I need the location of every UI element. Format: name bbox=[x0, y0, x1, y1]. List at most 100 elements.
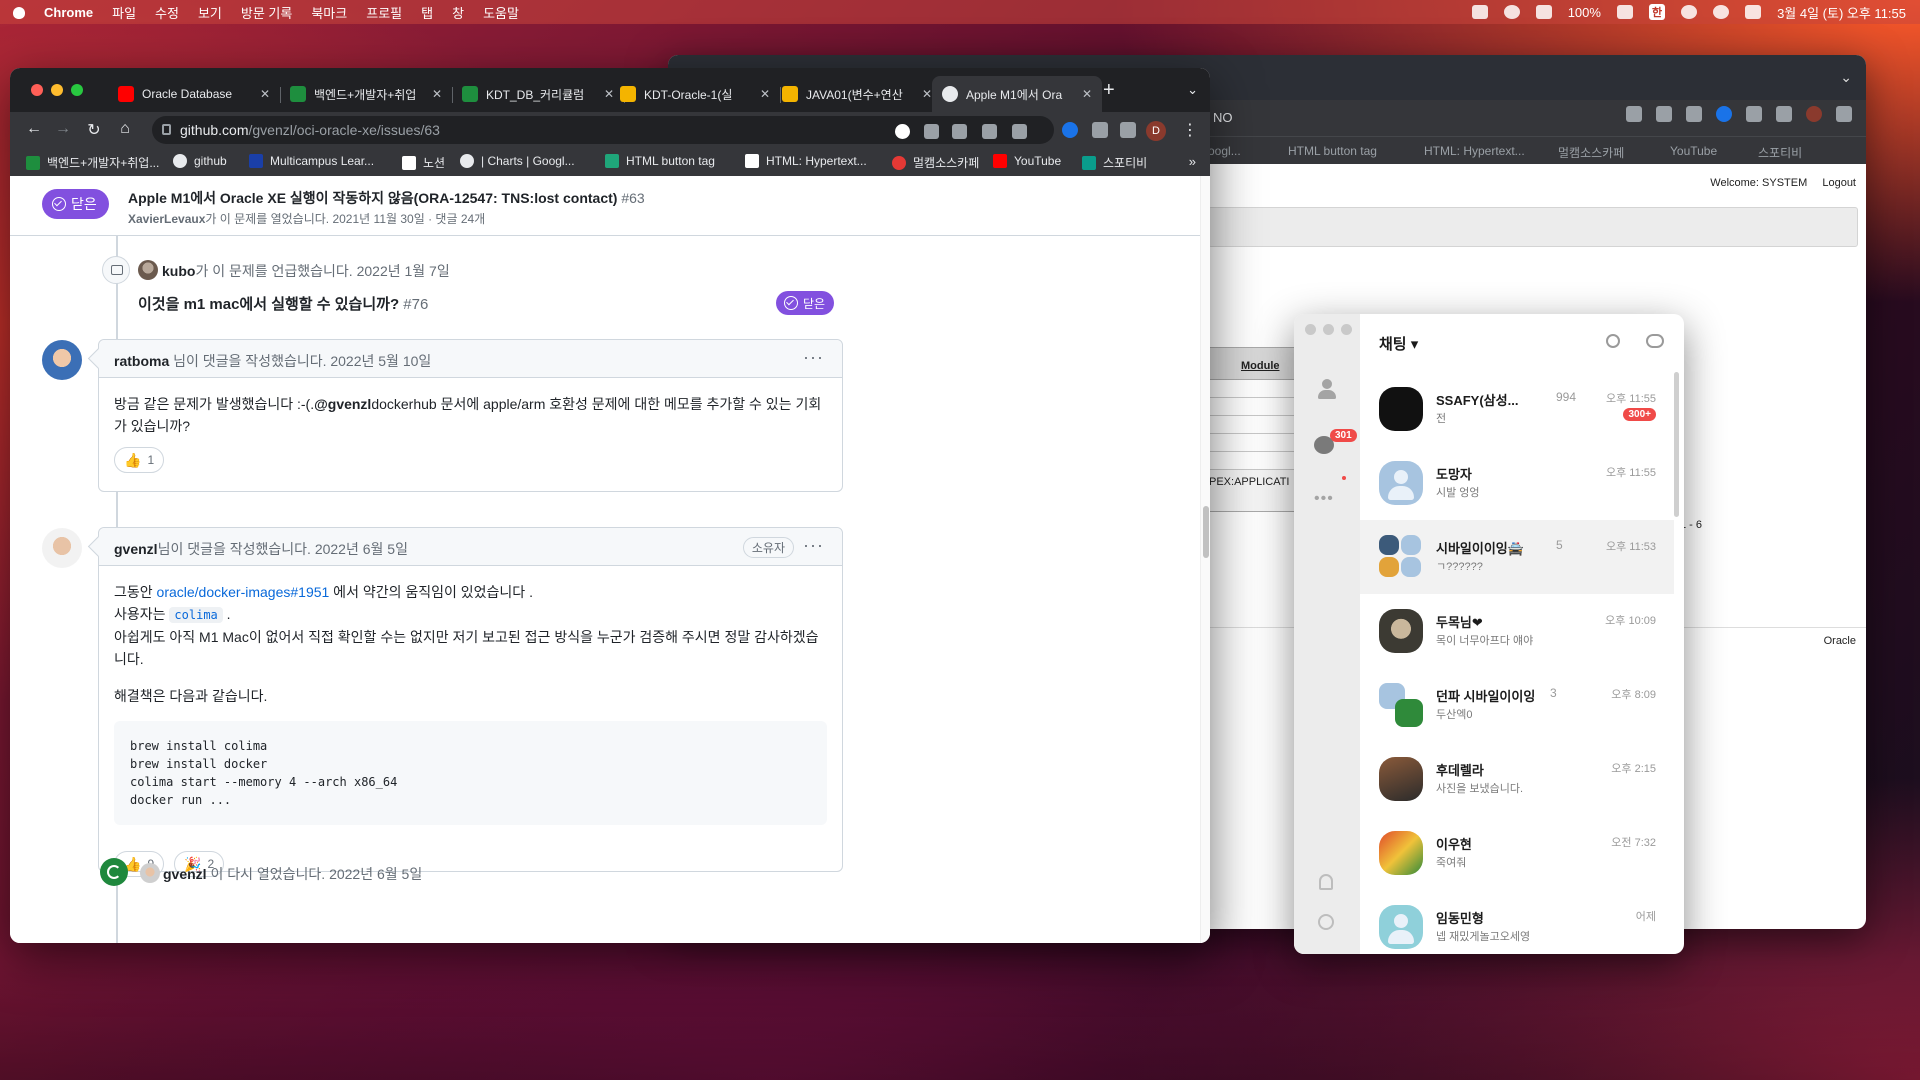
input-source[interactable]: 한 bbox=[1648, 4, 1666, 20]
minimize-window-button[interactable] bbox=[1323, 324, 1334, 335]
menu-view[interactable]: 보기 bbox=[198, 3, 222, 22]
puzzle-icon[interactable] bbox=[1092, 122, 1108, 138]
bookmark-item[interactable]: Multicampus Lear... bbox=[249, 154, 374, 168]
menu-help[interactable]: 도움말 bbox=[483, 3, 519, 22]
menu-edit[interactable]: 수정 bbox=[155, 3, 179, 22]
docker-images-pr-link[interactable]: oracle/docker-images#1951 bbox=[157, 584, 330, 600]
new-tab-button[interactable]: + bbox=[1103, 79, 1115, 102]
java-icon[interactable] bbox=[1471, 5, 1488, 19]
profile-icon[interactable] bbox=[1806, 106, 1822, 122]
avatar[interactable] bbox=[140, 863, 160, 883]
chat-item[interactable]: 이우현 죽여줘 오전 7:32 bbox=[1360, 816, 1674, 890]
bookmark-item[interactable]: 멀캠소스카페 bbox=[892, 154, 979, 171]
menu-kebab-icon[interactable]: ⋮ bbox=[1182, 120, 1198, 140]
reload-button[interactable]: ↻ bbox=[84, 120, 104, 140]
reopen-user-link[interactable]: gvenzl bbox=[163, 866, 207, 882]
avatar[interactable] bbox=[42, 528, 82, 568]
google-icon[interactable] bbox=[895, 124, 910, 139]
bell-icon[interactable] bbox=[1319, 874, 1333, 890]
close-window-button[interactable] bbox=[31, 84, 43, 96]
reaction-thumbs-up[interactable]: 👍 1 bbox=[114, 447, 165, 473]
chat-list-title[interactable]: 채팅 ▾ bbox=[1379, 333, 1418, 354]
close-tab-icon[interactable]: ✕ bbox=[432, 87, 442, 101]
scrollbar-thumb[interactable] bbox=[1203, 506, 1209, 558]
more-icon[interactable]: ••• bbox=[1314, 490, 1334, 508]
bookmark-item[interactable]: github bbox=[173, 154, 227, 168]
tab-backend-sheet[interactable]: 백엔드+개발자+취업 ✕ bbox=[280, 76, 452, 112]
chat-item[interactable]: 시바일이이잉🚔 5 ㄱ?????? 오후 11:53 bbox=[1360, 520, 1674, 594]
bookmark-item[interactable]: 노션 bbox=[402, 154, 445, 171]
chat-item[interactable]: 두목님❤ 목이 너무아프다 얘야 오후 10:09 bbox=[1360, 594, 1674, 668]
comment-author-link[interactable]: ratboma bbox=[114, 353, 169, 369]
translate-icon[interactable] bbox=[952, 124, 967, 139]
profile-avatar[interactable]: D bbox=[1146, 121, 1166, 141]
menu-clock[interactable]: 3월 4일 (토) 오후 11:55 bbox=[1777, 3, 1906, 22]
extension-icon[interactable] bbox=[1716, 106, 1732, 122]
bookmark-item[interactable]: YouTube bbox=[993, 154, 1061, 168]
bookmark-star-icon[interactable] bbox=[1686, 106, 1702, 122]
back-button[interactable]: ← bbox=[24, 120, 44, 138]
apple-icon[interactable] bbox=[12, 4, 26, 20]
address-url[interactable]: github.com/gvenzl/oci-oracle-xe/issues/6… bbox=[180, 122, 440, 138]
volume-icon[interactable] bbox=[1535, 5, 1552, 19]
minimize-window-button[interactable] bbox=[51, 84, 63, 96]
zoom-window-button[interactable] bbox=[1341, 324, 1352, 335]
menu-bookmarks[interactable]: 북마크 bbox=[311, 3, 347, 22]
chat-list-scrollbar[interactable] bbox=[1674, 372, 1679, 517]
puzzle-icon[interactable] bbox=[1746, 106, 1762, 122]
chrome-window[interactable]: Oracle Database ✕ 백엔드+개발자+취업 ✕ KDT_DB_커리… bbox=[10, 68, 1210, 943]
bookmark-item[interactable]: 백엔드+개발자+취업... bbox=[26, 154, 159, 171]
friends-icon[interactable] bbox=[1316, 378, 1338, 400]
wifi-icon[interactable] bbox=[1681, 5, 1698, 19]
home-button[interactable]: ⌂ bbox=[115, 120, 135, 138]
bookmark-item[interactable]: HTML: Hypertext... bbox=[745, 154, 867, 168]
chat-item[interactable]: SSAFY(삼성... 994 전 오후 11:55 300+ bbox=[1360, 372, 1674, 446]
chevron-down-icon[interactable]: ⌄ bbox=[1840, 69, 1852, 86]
bookmarks-overflow-icon[interactable]: » bbox=[1189, 154, 1196, 169]
page-scrollbar[interactable] bbox=[1200, 176, 1210, 943]
search-icon[interactable] bbox=[1606, 334, 1620, 348]
close-tab-icon[interactable]: ✕ bbox=[260, 87, 270, 101]
referenced-issue-link[interactable]: 이것을 m1 mac에서 실행할 수 있습니까? #76 bbox=[138, 293, 428, 314]
chat-item[interactable]: 임동민형 넵 재밌게놀고오세영 어제 bbox=[1360, 890, 1674, 954]
bookmark-item[interactable]: 멀캠소스카페 bbox=[1558, 144, 1624, 161]
bookmark-item[interactable]: HTML button tag bbox=[605, 154, 715, 168]
tab-github-issue[interactable]: Apple M1에서 Ora ✕ bbox=[932, 76, 1102, 112]
menu-history[interactable]: 방문 기록 bbox=[241, 3, 292, 22]
bookmark-item[interactable]: YouTube bbox=[1670, 144, 1717, 158]
sidepanel-icon[interactable] bbox=[1776, 106, 1792, 122]
forward-button[interactable]: → bbox=[53, 120, 73, 138]
control-center-icon[interactable] bbox=[1745, 5, 1762, 19]
menu-kebab-icon[interactable] bbox=[1836, 106, 1852, 122]
spotlight-search-icon[interactable] bbox=[1713, 5, 1730, 19]
menu-window[interactable]: 창 bbox=[452, 3, 464, 22]
bookmark-item[interactable]: 스포티비 bbox=[1082, 154, 1147, 171]
close-tab-icon[interactable]: ✕ bbox=[760, 87, 770, 101]
mention-user-link[interactable]: kubo bbox=[162, 263, 195, 279]
share-icon[interactable] bbox=[1656, 106, 1672, 122]
bookmark-item[interactable]: 스포티비 bbox=[1758, 144, 1802, 161]
chat-item[interactable]: 도망자 시발 엉엉 오후 11:55 bbox=[1360, 446, 1674, 520]
tab-kdt-oracle[interactable]: KDT-Oracle-1(실 ✕ bbox=[610, 76, 780, 112]
bookmark-item[interactable]: oogl... bbox=[1208, 144, 1241, 158]
menu-app-name[interactable]: Chrome bbox=[44, 5, 93, 20]
tab-kdt-db[interactable]: KDT_DB_커리큘럼 ✕ bbox=[452, 76, 624, 112]
bookmark-star-icon[interactable] bbox=[1012, 124, 1027, 139]
new-chat-icon[interactable] bbox=[1646, 334, 1664, 348]
close-tab-icon[interactable]: ✕ bbox=[922, 87, 932, 101]
key-icon[interactable] bbox=[924, 124, 939, 139]
translate-icon[interactable] bbox=[1626, 106, 1642, 122]
chat-item[interactable]: 후데렐라 사진을 보냈습니다. 오후 2:15 bbox=[1360, 742, 1674, 816]
share-icon[interactable] bbox=[982, 124, 997, 139]
notification-app-icon[interactable] bbox=[1503, 5, 1520, 19]
issue-author-link[interactable]: XavierLevaux bbox=[128, 212, 205, 226]
sidepanel-icon[interactable] bbox=[1120, 122, 1136, 138]
bookmark-item[interactable]: HTML button tag bbox=[1288, 144, 1377, 158]
comment-author-link[interactable]: gvenzl bbox=[114, 541, 158, 557]
code-block[interactable]: brew install colima brew install docker … bbox=[114, 721, 827, 825]
close-tab-icon[interactable]: ✕ bbox=[1082, 87, 1092, 101]
menu-profile[interactable]: 프로필 bbox=[366, 3, 402, 22]
battery-percent[interactable]: 100% bbox=[1568, 5, 1601, 20]
avatar[interactable] bbox=[42, 340, 82, 380]
address-bar[interactable]: github.com/gvenzl/oci-oracle-xe/issues/6… bbox=[152, 116, 1054, 144]
